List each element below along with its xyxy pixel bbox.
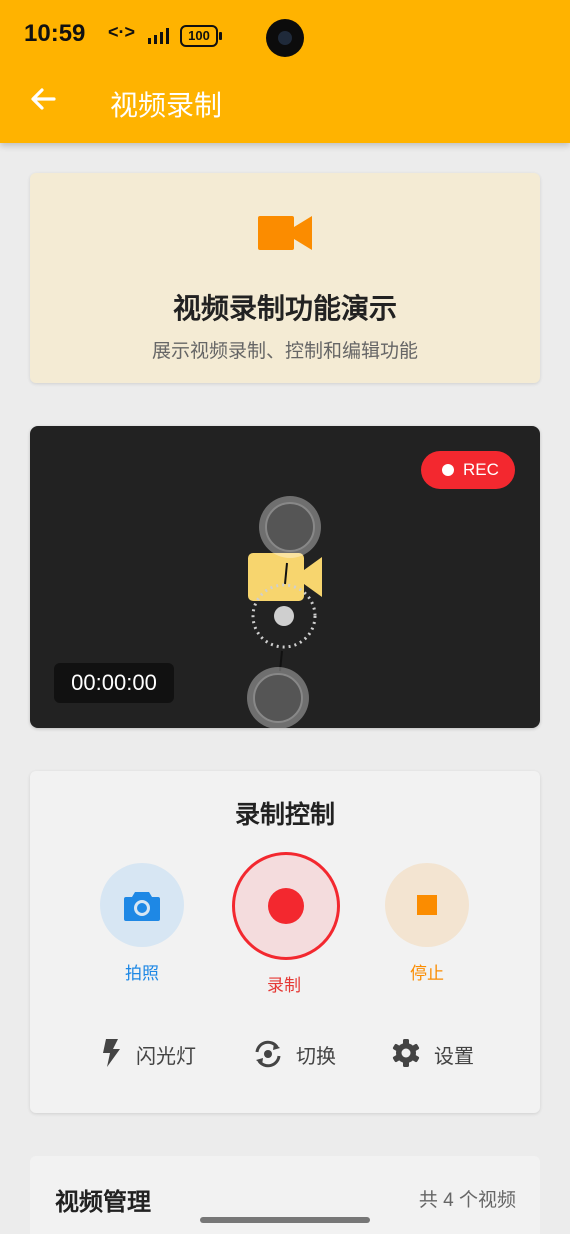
recording-controls-card: 录制控制 拍照 录制 停止 闪光灯 切换 设置 xyxy=(30,771,540,1113)
settings-label: 设置 xyxy=(434,1046,474,1068)
back-button[interactable] xyxy=(26,82,60,116)
battery-icon: 100 xyxy=(180,25,222,47)
record-dot-icon xyxy=(268,888,304,924)
page-title: 视频录制 xyxy=(110,90,223,121)
videocam-icon xyxy=(258,216,312,250)
signal-icon: <·> xyxy=(108,22,136,42)
camera-icon xyxy=(124,892,160,921)
intro-title: 视频录制功能演示 xyxy=(172,293,397,324)
controls-title: 录制控制 xyxy=(234,801,335,829)
flash-option[interactable]: 闪光灯 xyxy=(100,1037,210,1069)
video-management-title: 视频管理 xyxy=(55,1189,151,1216)
drag-handle-top xyxy=(259,496,321,558)
flash-label: 闪光灯 xyxy=(136,1046,196,1068)
cellular-icon xyxy=(148,28,169,44)
switch-label: 切换 xyxy=(296,1046,336,1068)
record-label: 录制 xyxy=(267,976,301,995)
status-bar: 10:59 <·> 100 xyxy=(0,0,570,70)
home-indicator[interactable] xyxy=(200,1217,370,1223)
app-screen: 10:59 <·> 100 视频录制 视频录制功能演示 展示视频录制、控制和编辑… xyxy=(0,0,570,1234)
photo-label: 拍照 xyxy=(125,964,159,983)
app-bar: 10:59 <·> 100 视频录制 xyxy=(0,0,570,143)
status-time: 10:59 xyxy=(24,20,86,47)
stop-label: 停止 xyxy=(410,964,444,983)
drag-handle-bottom xyxy=(247,667,309,728)
rec-badge: REC xyxy=(421,451,515,489)
flash-icon xyxy=(103,1039,120,1067)
video-count: 共 4 个视频 xyxy=(418,1190,516,1211)
gear-icon xyxy=(392,1039,420,1067)
intro-subtitle: 展示视频录制、控制和编辑功能 xyxy=(151,341,418,362)
photo-button[interactable] xyxy=(100,863,184,947)
stop-button[interactable] xyxy=(385,863,469,947)
switch-camera-icon xyxy=(255,1040,281,1068)
record-timer: 00:00:00 xyxy=(54,663,174,703)
camera-preview[interactable]: REC 00:00:00 xyxy=(30,426,540,728)
stop-square-icon xyxy=(417,895,437,915)
intro-card: 视频录制功能演示 展示视频录制、控制和编辑功能 xyxy=(30,173,540,383)
switch-camera-option[interactable]: 切换 xyxy=(252,1037,362,1069)
rec-label: REC xyxy=(463,460,499,479)
record-button[interactable] xyxy=(232,852,340,960)
front-camera xyxy=(266,19,304,57)
settings-option[interactable]: 设置 xyxy=(392,1037,502,1069)
rec-dot-icon xyxy=(442,464,454,476)
